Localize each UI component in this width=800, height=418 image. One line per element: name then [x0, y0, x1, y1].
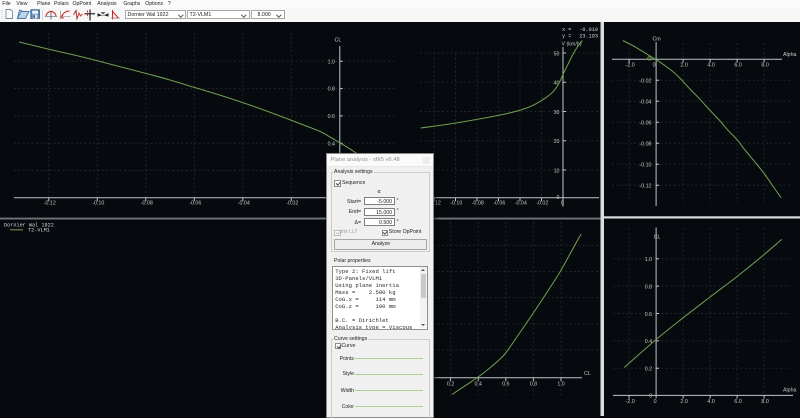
svg-text:-0.010: -0.010 — [579, 27, 598, 33]
svg-text:8.0: 8.0 — [761, 62, 768, 68]
svg-text:0.6: 0.6 — [502, 382, 509, 388]
svg-text:Alpha: Alpha — [783, 387, 797, 393]
svg-text:T2-VLM1: T2-VLM1 — [28, 228, 50, 234]
svg-text:0.6: 0.6 — [328, 114, 335, 120]
svg-text:1.0: 1.0 — [557, 382, 564, 388]
svg-text:Alpha: Alpha — [783, 52, 797, 58]
svg-text:-0.04: -0.04 — [639, 100, 651, 106]
svg-text:8.0: 8.0 — [761, 399, 768, 405]
svg-text:0: 0 — [654, 399, 657, 405]
svg-text:CL: CL — [584, 371, 591, 377]
svg-text:CL: CL — [335, 38, 342, 44]
svg-text:-2.0: -2.0 — [626, 399, 635, 405]
svg-text:-0.10: -0.10 — [639, 163, 651, 169]
svg-text:-0.06: -0.06 — [189, 201, 201, 207]
svg-text:-0.10: -0.10 — [92, 201, 104, 207]
svg-text:y =: y = — [562, 33, 571, 39]
svg-text:-0.04: -0.04 — [515, 201, 527, 207]
svg-text:CL: CL — [654, 235, 661, 241]
svg-text:0.8: 0.8 — [530, 382, 537, 388]
svg-text:-0.02: -0.02 — [286, 201, 298, 207]
svg-text:1.0: 1.0 — [328, 59, 335, 65]
svg-text:23.193: 23.193 — [579, 33, 598, 39]
svg-text:0: 0 — [561, 201, 564, 207]
svg-text:0: 0 — [649, 393, 652, 399]
svg-text:10: 10 — [554, 168, 560, 174]
svg-text:-0.02: -0.02 — [639, 79, 651, 85]
svg-text:-0.12: -0.12 — [44, 201, 56, 207]
svg-text:0.4: 0.4 — [475, 382, 482, 388]
svg-text:0.2: 0.2 — [447, 382, 454, 388]
svg-text:-2.0: -2.0 — [626, 62, 635, 68]
svg-text:50: 50 — [554, 51, 560, 57]
svg-text:-0.06: -0.06 — [493, 201, 505, 207]
svg-text:0.8: 0.8 — [328, 87, 335, 93]
svg-text:2.0: 2.0 — [680, 399, 687, 405]
svg-text:-0.08: -0.08 — [472, 201, 484, 207]
svg-text:0.6: 0.6 — [645, 312, 652, 318]
svg-text:x =: x = — [562, 27, 571, 33]
svg-text:6.0: 6.0 — [734, 399, 741, 405]
svg-text:-0.06: -0.06 — [639, 121, 651, 127]
svg-text:0: 0 — [653, 62, 656, 68]
svg-text:1.0: 1.0 — [645, 257, 652, 263]
svg-text:Cm: Cm — [652, 36, 661, 42]
svg-text:6.0: 6.0 — [734, 62, 741, 68]
svg-text:-0.08: -0.08 — [141, 201, 153, 207]
svg-text:-0.10: -0.10 — [450, 201, 462, 207]
svg-text:2.0: 2.0 — [680, 62, 687, 68]
svg-text:20: 20 — [554, 139, 560, 145]
svg-text:-0.08: -0.08 — [639, 142, 651, 148]
svg-text:0: 0 — [557, 195, 560, 201]
svg-text:0.2: 0.2 — [645, 367, 652, 373]
svg-text:4.0: 4.0 — [707, 62, 714, 68]
svg-text:-0.02: -0.02 — [536, 201, 548, 207]
svg-text:4.0: 4.0 — [707, 399, 714, 405]
svg-text:-0.04: -0.04 — [238, 201, 250, 207]
svg-text:-0.12: -0.12 — [639, 184, 651, 190]
svg-text:0.8: 0.8 — [645, 284, 652, 290]
svg-text:0.4: 0.4 — [328, 141, 335, 147]
svg-text:30: 30 — [554, 110, 560, 116]
